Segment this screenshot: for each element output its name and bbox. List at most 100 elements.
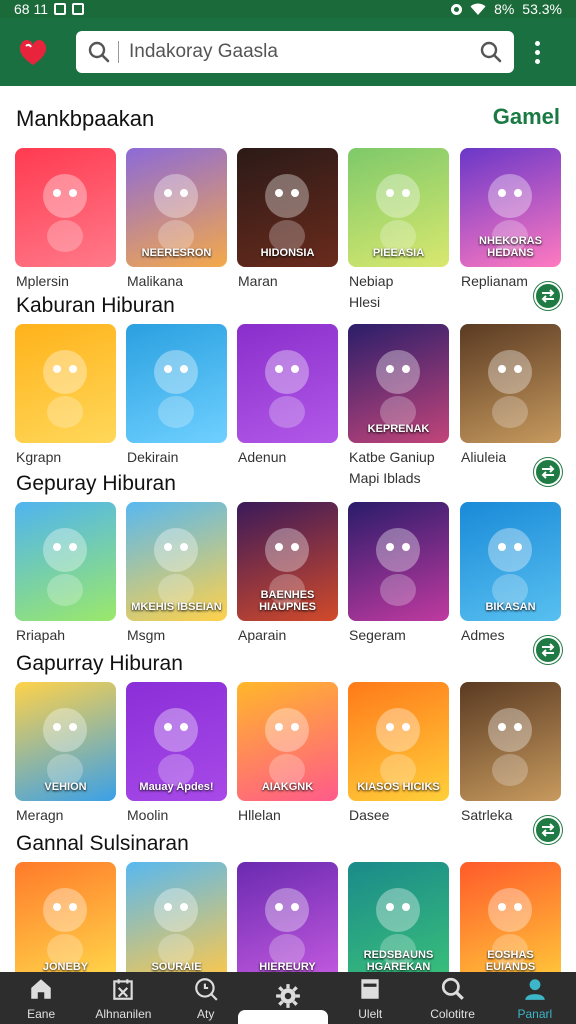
game-title[interactable]: Replianam: [461, 273, 528, 289]
gear-icon: [275, 983, 301, 1012]
nav-item[interactable]: Eane: [0, 972, 82, 1024]
status-bar: 68 11 8% 53.3%: [0, 0, 576, 18]
search-input[interactable]: Indakoray Gaasla: [129, 41, 480, 63]
game-title[interactable]: Mplersin: [16, 273, 69, 289]
app-screen: 68 11 8% 53.3% Indakoray Gaasla Mankbpaa…: [0, 0, 576, 1024]
game-title[interactable]: Meragn: [16, 807, 63, 823]
section-title: Kaburan Hiburan: [16, 294, 175, 317]
tile-caption: HIDONSIA: [260, 247, 315, 259]
game-title[interactable]: Rriapah: [16, 627, 65, 643]
swap-icon[interactable]: [534, 282, 562, 310]
game-tile[interactable]: [348, 502, 449, 621]
tile-caption: KEPRENAK: [367, 423, 430, 435]
calendar-x-icon: [110, 976, 136, 1005]
tile-caption: BAENHES HIAUPNES: [259, 589, 316, 613]
game-tile[interactable]: [15, 148, 116, 267]
section-header: Mankbpaakan Gamel: [0, 104, 576, 136]
nav-label: Colotitre: [430, 1006, 475, 1021]
search-bar[interactable]: Indakoray Gaasla: [76, 31, 514, 73]
tile-caption: VEHION: [44, 781, 87, 793]
game-tile[interactable]: BIKASAN: [460, 502, 561, 621]
game-character-art: [265, 888, 309, 966]
tile-caption: JONEBY: [42, 961, 89, 972]
game-tile[interactable]: NHEKORAS HEDANS: [460, 148, 561, 267]
game-title[interactable]: Kgrapn: [16, 449, 61, 465]
game-title[interactable]: Admes: [461, 627, 505, 643]
game-title[interactable]: Segeram: [349, 627, 406, 643]
game-tile[interactable]: REDSBAUNS HGAREKAN: [348, 862, 449, 972]
search-submit-icon[interactable]: [480, 41, 502, 63]
game-title[interactable]: Moolin: [127, 807, 168, 823]
game-character-art: [43, 174, 87, 252]
game-tile[interactable]: VEHION: [15, 682, 116, 801]
wifi-icon: [470, 3, 486, 15]
notification-icon: [54, 3, 66, 15]
game-tile[interactable]: PIEEASIA: [348, 148, 449, 267]
home-icon: [28, 976, 54, 1005]
game-subtitle: Hlesi: [349, 294, 381, 310]
game-title[interactable]: Aliuleia: [461, 449, 506, 465]
game-tile[interactable]: MKEHIS IBSEIAN: [126, 502, 227, 621]
game-tile[interactable]: KEPRENAK: [348, 324, 449, 443]
swap-icon[interactable]: [534, 636, 562, 664]
overflow-menu-icon[interactable]: [532, 40, 542, 64]
tile-caption: HIEREURY: [259, 961, 316, 972]
game-title[interactable]: Nebiap: [349, 273, 393, 289]
tile-caption: BIKASAN: [485, 601, 536, 613]
game-character-art: [154, 888, 198, 966]
nav-item[interactable]: Panarl: [494, 972, 576, 1024]
game-character-art: [43, 888, 87, 966]
game-tile[interactable]: AIAKGNK: [237, 682, 338, 801]
nav-item[interactable]: Colotitre: [411, 972, 493, 1024]
game-tile[interactable]: HIDONSIA: [237, 148, 338, 267]
game-tile[interactable]: [237, 324, 338, 443]
game-title[interactable]: Maran: [238, 273, 278, 289]
status-extra: 53.3%: [522, 1, 562, 17]
game-character-art: [43, 350, 87, 428]
game-tile[interactable]: [15, 324, 116, 443]
nav-item[interactable]: Ulelt: [329, 972, 411, 1024]
battery-percent: 8%: [494, 1, 515, 17]
location-icon: [451, 3, 463, 15]
nav-item[interactable]: Aty: [165, 972, 247, 1024]
game-tile[interactable]: [126, 324, 227, 443]
game-title[interactable]: Hllelan: [238, 807, 281, 823]
game-title[interactable]: Dekirain: [127, 449, 178, 465]
nav-item[interactable]: Alhnanilen: [82, 972, 164, 1024]
game-tile[interactable]: BAENHES HIAUPNES: [237, 502, 338, 621]
section-title: Gepuray Hiburan: [16, 472, 176, 495]
game-title[interactable]: Dasee: [349, 807, 389, 823]
game-tile[interactable]: [460, 324, 561, 443]
game-character-art: [154, 350, 198, 428]
nav-label: Aty: [197, 1006, 215, 1021]
swap-icon[interactable]: [534, 458, 562, 486]
app-bar: Indakoray Gaasla: [0, 18, 576, 86]
tile-caption: REDSBAUNS HGAREKAN: [363, 949, 434, 972]
game-tile[interactable]: SOURAIE: [126, 862, 227, 972]
nav-label: Panarl: [517, 1006, 553, 1021]
nav-label: Eane: [27, 1006, 56, 1021]
game-title[interactable]: Satrleka: [461, 807, 512, 823]
search-divider: [118, 41, 119, 63]
swap-icon[interactable]: [534, 816, 562, 844]
game-tile[interactable]: Mauay Apdes!: [126, 682, 227, 801]
home-indicator[interactable]: [238, 1010, 328, 1024]
game-title[interactable]: Malikana: [127, 273, 183, 289]
game-character-art: [265, 350, 309, 428]
game-title[interactable]: Adenun: [238, 449, 286, 465]
game-tile[interactable]: HIEREURY: [237, 862, 338, 972]
game-tile[interactable]: [15, 502, 116, 621]
game-character-art: [488, 350, 532, 428]
zoom-icon: [193, 976, 219, 1005]
see-all-link[interactable]: Gamel: [493, 104, 560, 130]
game-tile[interactable]: [460, 682, 561, 801]
search-icon[interactable]: [88, 41, 110, 63]
game-tile[interactable]: JONEBY: [15, 862, 116, 972]
game-title[interactable]: Aparain: [238, 627, 286, 643]
game-title[interactable]: Msgm: [127, 627, 165, 643]
game-tile[interactable]: KIASOS HICIKS: [348, 682, 449, 801]
game-title[interactable]: Katbe Ganiup: [349, 449, 435, 465]
app-logo[interactable]: [14, 33, 52, 71]
game-tile[interactable]: NEERESRON: [126, 148, 227, 267]
game-tile[interactable]: EOSHAS EUIANDS: [460, 862, 561, 972]
